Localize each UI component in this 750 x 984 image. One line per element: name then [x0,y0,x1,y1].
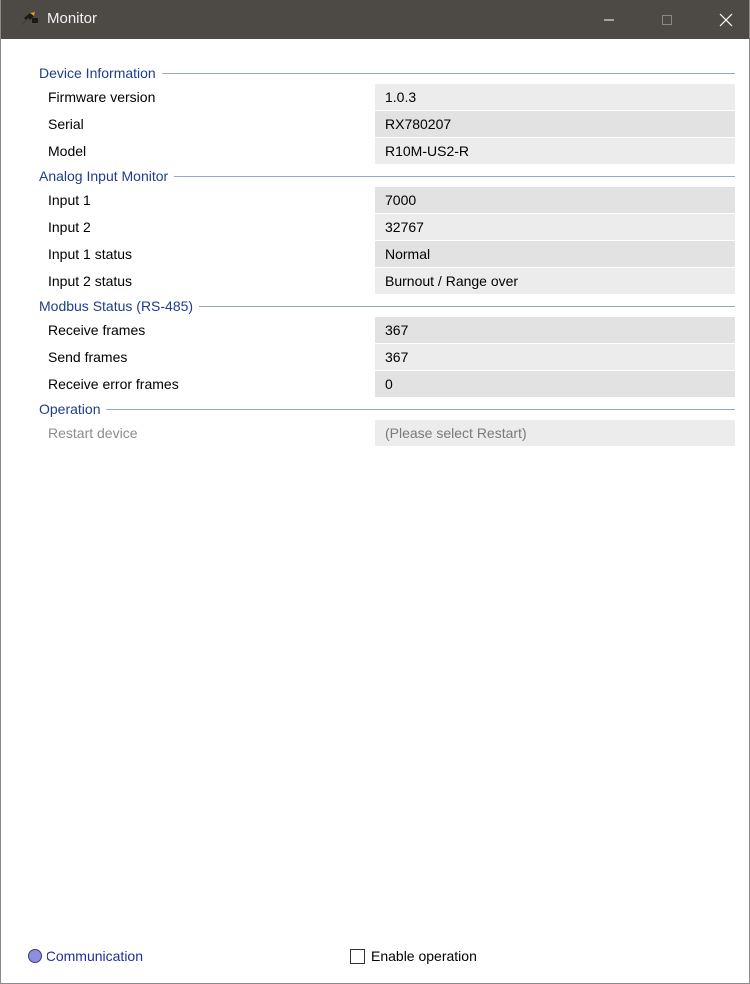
row-input-1: Input 1 7000 [29,187,735,214]
row-input-1-status: Input 1 status Normal [29,241,735,268]
group-analog-input-monitor: Analog Input Monitor Input 1 7000 Input … [29,165,735,295]
row-firmware-version: Firmware version 1.0.3 [29,84,735,111]
row-value: 0 [375,371,735,397]
group-divider [39,409,735,410]
row-restart-device: Restart device (Please select Restart) [29,420,735,447]
maximize-button[interactable] [644,0,690,39]
group-operation: Operation Restart device (Please select … [29,398,735,447]
row-value: Normal [375,241,735,267]
enable-operation-label[interactable]: Enable operation [371,947,477,965]
close-icon [719,13,733,26]
group-title: Modbus Status (RS-485) [39,297,200,315]
row-label: Input 1 [48,192,91,208]
row-model: Model R10M-US2-R [29,138,735,165]
row-label: Input 1 status [48,246,133,262]
row-label: Receive error frames [48,376,179,392]
row-receive-frames: Receive frames 367 [29,317,735,344]
monitor-content: Device Information Firmware version 1.0.… [29,62,735,447]
monitor-window: Monitor Device Information Firmware vers… [0,0,750,984]
row-label: Model [48,143,87,159]
row-value: 367 [375,317,735,343]
title-bar[interactable]: Monitor [1,0,749,39]
maximize-icon [662,14,672,25]
row-value: RX780207 [375,111,735,137]
enable-operation-checkbox[interactable] [350,949,365,964]
row-label: Input 2 status [48,273,133,289]
communication-status-text: Communication [47,948,143,964]
window-title: Monitor [47,10,98,27]
group-title: Analog Input Monitor [39,167,175,185]
row-label: Send frames [48,349,128,365]
group-device-information: Device Information Firmware version 1.0.… [29,62,735,165]
row-send-frames: Send frames 367 [29,344,735,371]
row-value: 1.0.3 [375,84,735,110]
minimize-icon [604,19,614,20]
communication-indicator-icon [28,949,42,963]
close-button[interactable] [703,0,749,39]
row-label: Serial [48,116,84,132]
row-input-2: Input 2 32767 [29,214,735,241]
minimize-button[interactable] [586,0,632,39]
row-value: R10M-US2-R [375,138,735,164]
status-bar: Communication Enable operation [1,933,749,983]
group-modbus-status: Modbus Status (RS-485) Receive frames 36… [29,295,735,398]
row-label: Firmware version [48,89,156,105]
plug-device-icon [19,10,39,28]
group-title: Operation [39,400,107,418]
row-input-2-status: Input 2 status Burnout / Range over [29,268,735,295]
row-value: 7000 [375,187,735,213]
row-label: Input 2 [48,219,91,235]
row-value: 32767 [375,214,735,240]
row-label: Receive frames [48,322,146,338]
restart-select[interactable]: (Please select Restart) [375,420,735,446]
row-receive-error-frames: Receive error frames 0 [29,371,735,398]
row-value: 367 [375,344,735,370]
row-value: Burnout / Range over [375,268,735,294]
row-label: Restart device [48,425,138,441]
row-serial: Serial RX780207 [29,111,735,138]
group-title: Device Information [39,64,162,82]
